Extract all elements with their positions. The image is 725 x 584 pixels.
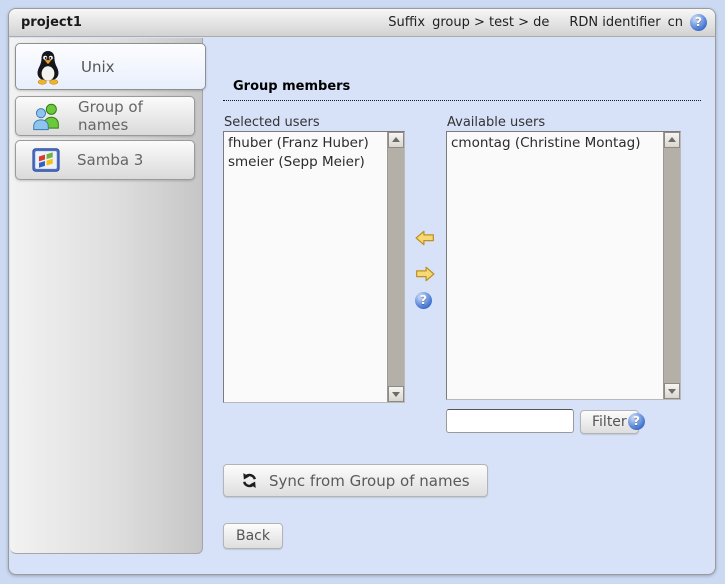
available-users-listbox[interactable]: cmontag (Christine Montag) (446, 131, 681, 400)
title-bar-right: Suffix group > test > de RDN identifier … (388, 14, 715, 31)
scroll-up-button[interactable] (664, 132, 680, 148)
list-item[interactable]: fhuber (Franz Huber) (228, 134, 386, 153)
tab-unix[interactable]: Unix (15, 43, 206, 90)
rdn-identifier-label: RDN identifier (569, 15, 660, 30)
tab-group-of-names-label: Group of names (78, 98, 194, 134)
scroll-down-button[interactable] (664, 383, 680, 399)
selected-users-scrollbar[interactable] (387, 132, 404, 402)
tab-unix-label: Unix (81, 58, 115, 76)
move-right-button[interactable] (414, 266, 436, 283)
sync-icon (241, 472, 258, 489)
triangle-up-icon (392, 137, 400, 142)
sidebar: Unix Group of names (10, 38, 203, 554)
suffix-value: group > test > de (432, 15, 549, 30)
selected-users-label: Selected users (224, 115, 320, 130)
filter-input[interactable] (446, 409, 574, 433)
move-left-button[interactable] (414, 230, 436, 247)
rdn-identifier-value: cn (668, 15, 683, 30)
tab-samba3[interactable]: Samba 3 (15, 140, 195, 180)
sync-from-group-of-names-button[interactable]: Sync from Group of names (223, 464, 488, 497)
list-item[interactable]: cmontag (Christine Montag) (451, 134, 662, 153)
scroll-up-button[interactable] (388, 132, 404, 148)
sync-button-label: Sync from Group of names (269, 472, 470, 490)
available-users-options: cmontag (Christine Montag) (448, 133, 662, 398)
tux-icon (31, 49, 65, 85)
tab-group-of-names[interactable]: Group of names (15, 96, 195, 136)
back-button[interactable]: Back (223, 523, 283, 549)
triangle-down-icon (392, 392, 400, 397)
title-bar: project1 Suffix group > test > de RDN id… (9, 9, 715, 37)
help-icon[interactable]: ? (628, 413, 645, 430)
triangle-up-icon (668, 137, 676, 142)
help-icon[interactable]: ? (415, 292, 432, 309)
selected-users-listbox[interactable]: fhuber (Franz Huber)smeier (Sepp Meier) (223, 131, 405, 403)
window: project1 Suffix group > test > de RDN id… (8, 8, 716, 575)
suffix-label: Suffix (388, 15, 425, 30)
tab-samba3-label: Samba 3 (77, 151, 143, 169)
arrow-left-icon (415, 230, 435, 246)
available-users-label: Available users (447, 115, 545, 130)
group-icon (31, 101, 62, 132)
available-users-scrollbar[interactable] (663, 132, 680, 399)
arrow-right-icon (415, 266, 435, 282)
selected-users-options: fhuber (Franz Huber)smeier (Sepp Meier) (225, 133, 386, 401)
triangle-down-icon (668, 389, 676, 394)
scroll-down-button[interactable] (388, 386, 404, 402)
list-item[interactable]: smeier (Sepp Meier) (228, 153, 386, 172)
page-title: project1 (9, 15, 82, 30)
group-members-heading: Group members (223, 79, 701, 101)
samba-icon (31, 145, 61, 175)
help-icon[interactable]: ? (690, 14, 707, 31)
